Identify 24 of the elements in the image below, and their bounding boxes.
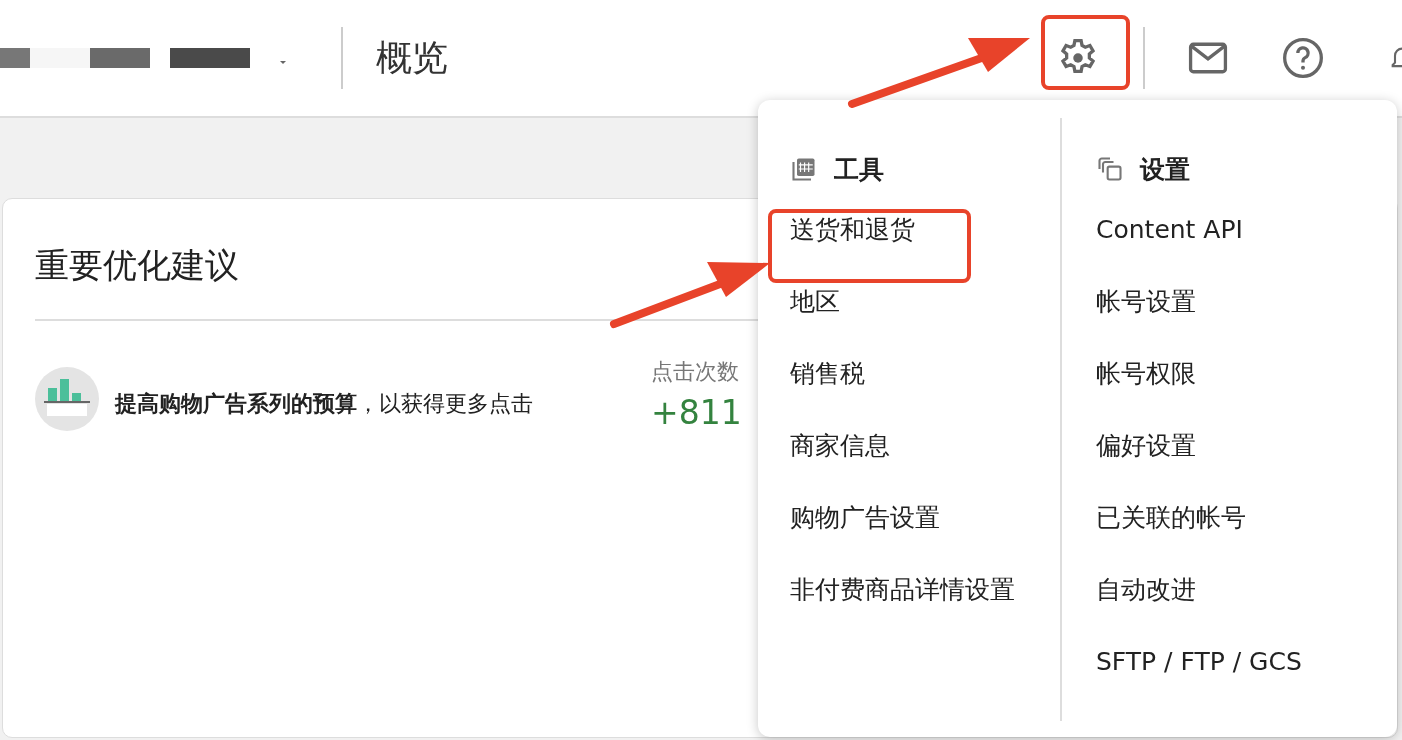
menu-item[interactable]: 销售税 (790, 359, 865, 388)
menu-item[interactable]: 自动改进 (1096, 575, 1196, 604)
menu-item[interactable]: 偏好设置 (1096, 431, 1196, 460)
help-icon[interactable] (1281, 36, 1325, 80)
metric-value: +811 (651, 393, 742, 432)
menu-item[interactable]: 帐号权限 (1096, 359, 1196, 388)
menu-item[interactable]: 购物广告设置 (790, 503, 940, 532)
menu-item[interactable]: SFTP / FTP / GCS (1096, 647, 1302, 676)
recommendation-text: 提高购物广告系列的预算，以获得更多点击 (115, 390, 534, 418)
bar-chart-icon (35, 367, 99, 431)
menu-item[interactable]: 帐号设置 (1096, 287, 1196, 316)
menu-item[interactable]: 送货和退货 (790, 215, 915, 244)
menu-item[interactable]: Content API (1096, 215, 1243, 244)
page-title: 概览 (376, 35, 448, 80)
dropdown-caret-icon[interactable] (280, 60, 286, 64)
menu-item[interactable]: 非付费商品详情设置 (790, 575, 1015, 604)
menu-item[interactable]: 商家信息 (790, 431, 890, 460)
menu-item[interactable]: 已关联的帐号 (1096, 503, 1246, 532)
metric-label: 点击次数 (651, 358, 740, 386)
copy-icon (1096, 155, 1124, 183)
menu-item[interactable]: 地区 (790, 287, 840, 316)
card-title: 重要优化建议 (35, 244, 239, 287)
menu-heading: 设置 (1140, 153, 1190, 186)
menu-heading: 工具 (834, 153, 884, 186)
